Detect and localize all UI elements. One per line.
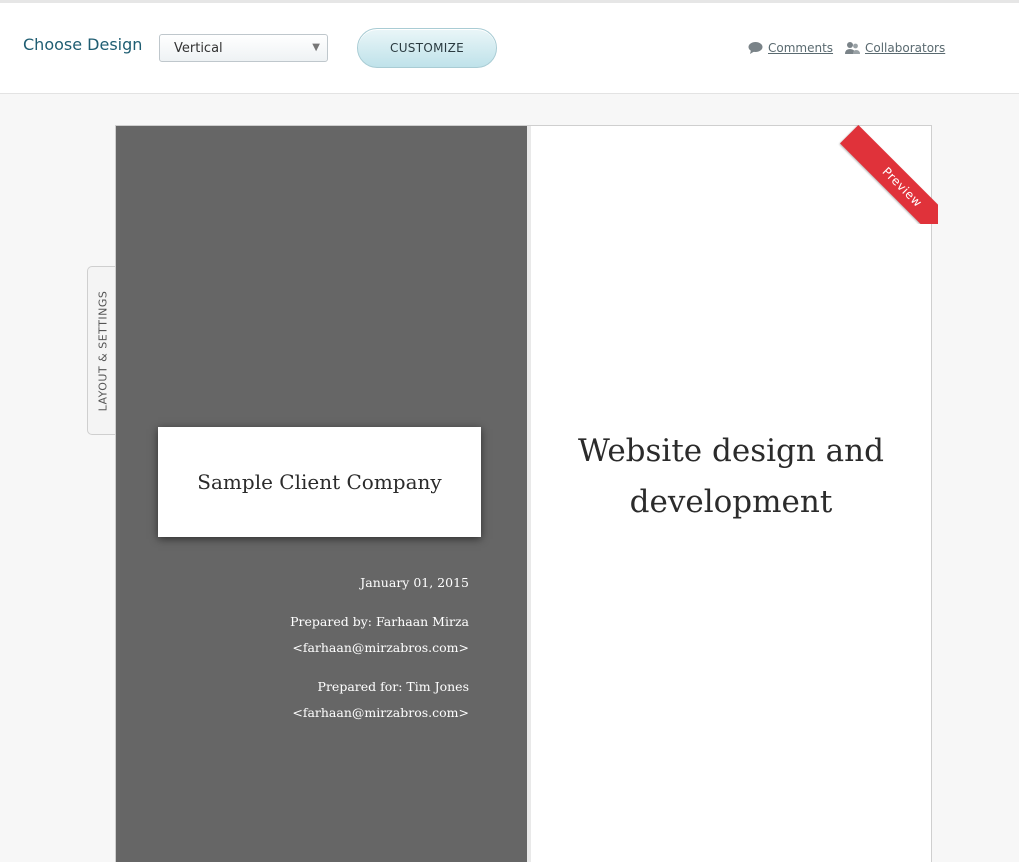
proposal-date: January 01, 2015: [360, 575, 469, 590]
cover-divider: [527, 126, 531, 862]
company-card: Sample Client Company: [158, 427, 481, 537]
proposal-preview: Sample Client Company January 01, 2015 P…: [115, 124, 938, 862]
choose-design-label: Choose Design: [23, 35, 143, 54]
collaborators-link[interactable]: Collaborators: [845, 41, 945, 55]
comments-link[interactable]: Comments: [748, 41, 833, 55]
chevron-down-icon: ▼: [312, 42, 320, 53]
collaborators-label: Collaborators: [865, 41, 946, 55]
design-select[interactable]: Vertical ▼: [159, 34, 328, 62]
preview-ribbon-label: Preview: [839, 124, 938, 224]
comments-label: Comments: [768, 41, 834, 55]
design-select-value: Vertical: [174, 41, 223, 56]
prepared-by-email: <farhaan@mirzabros.com>: [292, 640, 469, 655]
cover-left-panel: Sample Client Company January 01, 2015 P…: [116, 126, 527, 862]
top-toolbar: Choose Design Vertical ▼ CUSTOMIZE Comme…: [0, 0, 1019, 94]
preview-ribbon: Preview: [836, 122, 938, 224]
people-icon: [845, 41, 860, 55]
speech-bubble-icon: [748, 41, 763, 55]
customize-button[interactable]: CUSTOMIZE: [357, 28, 497, 68]
prepared-for: Prepared for: Tim Jones: [317, 679, 469, 694]
proposal-title: Website design and development: [578, 433, 884, 520]
layout-settings-tab[interactable]: LAYOUT & SETTINGS: [87, 266, 117, 435]
company-name: Sample Client Company: [197, 470, 442, 494]
prepared-for-email: <farhaan@mirzabros.com>: [292, 705, 469, 720]
layout-settings-label: LAYOUT & SETTINGS: [96, 290, 109, 411]
prepared-by: Prepared by: Farhaan Mirza: [290, 614, 469, 629]
